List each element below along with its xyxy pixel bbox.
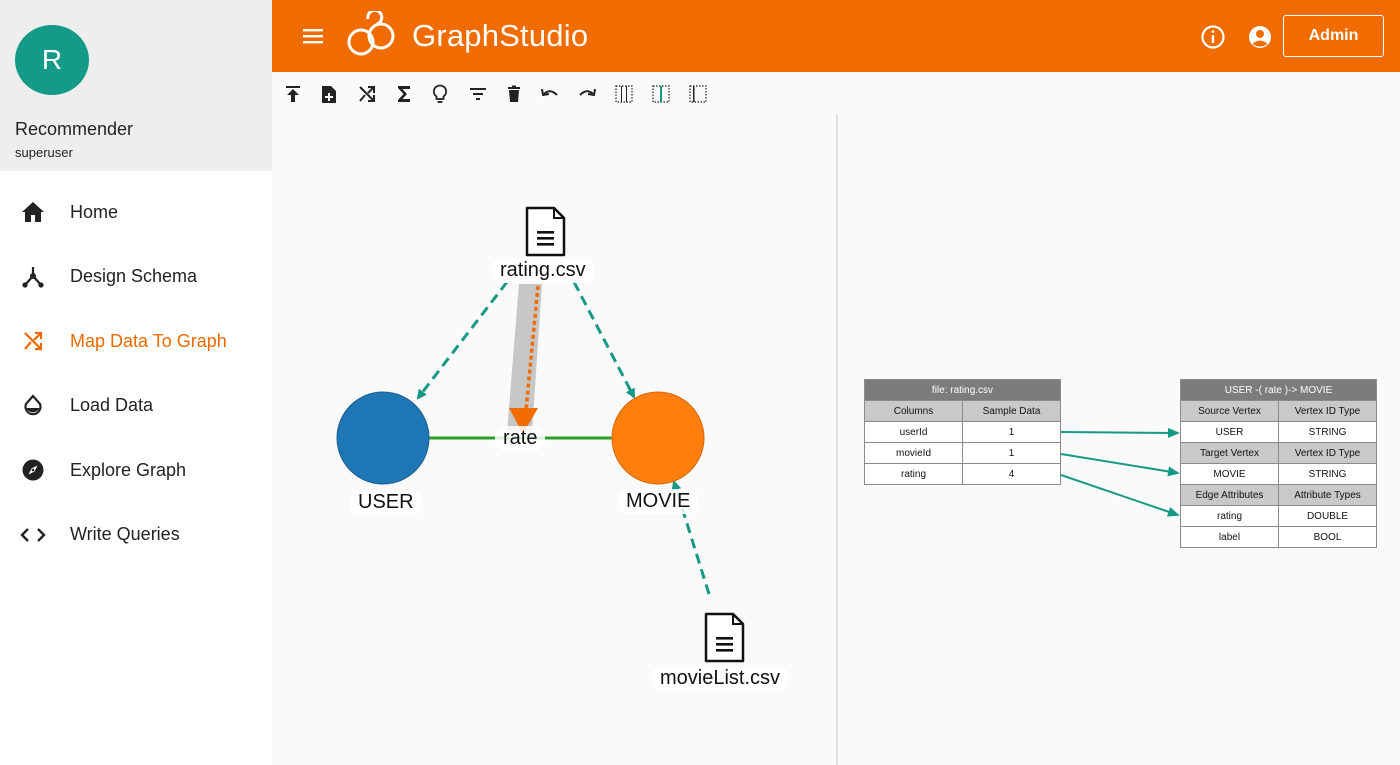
profile-panel: R Recommender superuser (0, 0, 272, 171)
upload-icon[interactable] (283, 84, 303, 104)
schema-icon (20, 264, 46, 290)
source-file-table: file: rating.csv Columns Sample Data use… (864, 379, 1061, 485)
column-name: rating (864, 463, 963, 485)
edge-label-rate: rate (495, 426, 546, 451)
table-row[interactable]: userId 1 (864, 421, 1061, 443)
filter-icon[interactable] (468, 84, 488, 104)
file-label-rating: rating.csv (492, 258, 594, 283)
sidebar-item-label: Load Data (70, 395, 154, 416)
file-icon[interactable] (704, 612, 745, 663)
mapping-canvas[interactable]: rating.csv movieList.csv rate USER MOVIE (272, 114, 836, 765)
column-mapping-rating[interactable] (1060, 474, 1180, 517)
section-header: Attribute Types (1278, 484, 1377, 506)
logo-text-graph: Graph (412, 18, 500, 53)
sample-value: 1 (962, 442, 1061, 464)
sidebar-item-write-queries[interactable]: Write Queries (0, 503, 272, 568)
target-type: STRING (1278, 421, 1377, 443)
section-header: Target Vertex (1180, 442, 1279, 464)
mapping-rating-to-user[interactable] (416, 281, 509, 400)
table-row[interactable]: label BOOL (1180, 526, 1377, 548)
sidebar-item-label: Write Queries (70, 524, 180, 545)
column-header: Sample Data (962, 400, 1061, 422)
target-edge-table: USER -( rate )-> MOVIE Source Vertex Ver… (1180, 379, 1377, 548)
sidebar: R Recommender superuser Home Design Sche… (0, 0, 272, 765)
vertex-movie[interactable] (611, 391, 705, 485)
sample-value: 4 (962, 463, 1061, 485)
sample-value: 1 (962, 421, 1061, 443)
sidebar-item-label: Explore Graph (70, 459, 187, 480)
sidebar-item-label: Design Schema (70, 266, 198, 287)
vertex-user[interactable] (336, 391, 430, 485)
drop-icon (20, 393, 46, 419)
section-header: Edge Attributes (1180, 484, 1279, 506)
user-role: superuser (15, 145, 73, 160)
table-row[interactable]: rating 4 (864, 463, 1061, 485)
section-header: Vertex ID Type (1278, 400, 1377, 422)
target-table-title: USER -( rate )-> MOVIE (1180, 379, 1377, 401)
sidebar-item-label: Home (70, 201, 119, 222)
section-header: Vertex ID Type (1278, 442, 1377, 464)
sidebar-item-load-data[interactable]: Load Data (0, 374, 272, 439)
mapping-detail-panel: file: rating.csv Columns Sample Data use… (838, 114, 1400, 765)
file-label-movielist: movieList.csv (652, 666, 789, 691)
target-field: rating (1180, 505, 1279, 527)
avatar[interactable]: R (15, 25, 89, 95)
shuffle-icon[interactable] (357, 84, 377, 104)
undo-icon[interactable] (540, 84, 560, 104)
target-field: label (1180, 526, 1279, 548)
home-icon (20, 199, 46, 225)
file-icon[interactable] (525, 206, 566, 257)
table-row[interactable]: movieId 1 (864, 442, 1061, 464)
sidebar-item-map-data[interactable]: Map Data To Graph (0, 309, 272, 374)
sidebar-item-design-schema[interactable]: Design Schema (0, 245, 272, 310)
column-mapping-userid[interactable] (1060, 427, 1180, 438)
admin-button[interactable]: Admin (1283, 15, 1384, 57)
redo-icon[interactable] (577, 84, 597, 104)
column-header: Columns (864, 400, 963, 422)
add-file-icon[interactable] (319, 84, 339, 104)
graph-name: Recommender (15, 119, 134, 139)
code-icon (20, 522, 46, 548)
table-row[interactable]: rating DOUBLE (1180, 505, 1377, 527)
target-type: DOUBLE (1278, 505, 1377, 527)
table-row[interactable]: USER STRING (1180, 421, 1377, 443)
app-header: GraphStudio Admin (272, 0, 1400, 72)
source-table-title: file: rating.csv (864, 379, 1061, 401)
grid-center-icon[interactable] (651, 84, 671, 104)
sidebar-item-home[interactable]: Home (0, 180, 272, 245)
column-name: userId (864, 421, 963, 443)
sidebar-nav: Home Design Schema Map Data To Graph Loa… (0, 180, 272, 567)
sidebar-item-explore-graph[interactable]: Explore Graph (0, 438, 272, 503)
sidebar-item-label: Map Data To Graph (70, 330, 227, 351)
vertex-label-movie: MOVIE (618, 489, 699, 514)
lightbulb-icon[interactable] (430, 84, 450, 104)
graphstudio-logo: GraphStudio (344, 10, 588, 62)
compass-icon (20, 457, 46, 483)
logo-mark-icon (347, 11, 395, 56)
vertex-label-user: USER (350, 490, 422, 515)
table-row[interactable]: MOVIE STRING (1180, 463, 1377, 485)
logo-text-studio: Studio (499, 18, 589, 53)
target-field: MOVIE (1180, 463, 1279, 485)
shuffle-icon (20, 328, 46, 354)
column-mapping-movieid[interactable] (1060, 453, 1180, 477)
sigma-icon[interactable] (394, 84, 414, 104)
section-header: Source Vertex (1180, 400, 1279, 422)
mapping-toolbar (272, 72, 1400, 114)
target-field: USER (1180, 421, 1279, 443)
info-icon[interactable] (1200, 24, 1226, 50)
menu-icon[interactable] (300, 24, 326, 48)
mapping-rating-to-movie[interactable] (572, 281, 636, 399)
target-type: BOOL (1278, 526, 1377, 548)
grid-icon[interactable] (614, 84, 634, 104)
grid-right-icon[interactable] (688, 84, 708, 104)
delete-icon[interactable] (504, 84, 524, 104)
account-icon[interactable] (1247, 24, 1273, 50)
column-name: movieId (864, 442, 963, 464)
target-type: STRING (1278, 463, 1377, 485)
